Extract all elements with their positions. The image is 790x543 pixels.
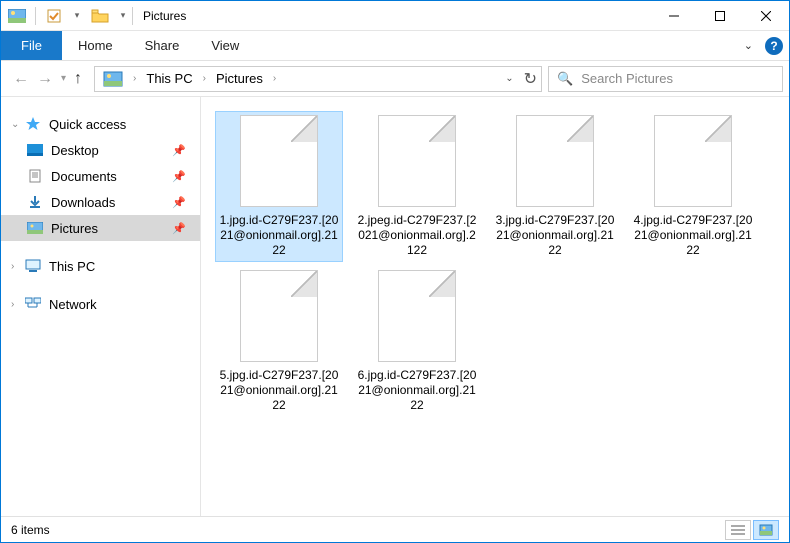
pin-icon: 📌 <box>172 144 186 157</box>
app-icon[interactable] <box>1 5 33 27</box>
chevron-right-icon[interactable]: › <box>269 73 280 84</box>
file-name: 2.jpeg.id-C279F237.[2021@onionmail.org].… <box>357 213 477 258</box>
back-button[interactable]: ← <box>13 70 29 88</box>
sidebar-item-label: Downloads <box>51 195 115 210</box>
sidebar-item-label: Desktop <box>51 143 99 158</box>
address-dropdown-icon[interactable]: ⌄ <box>505 73 513 84</box>
this-pc-icon <box>23 259 43 273</box>
maximize-button[interactable] <box>697 1 743 31</box>
chevron-right-icon[interactable]: › <box>199 73 210 84</box>
documents-icon <box>25 169 45 183</box>
main-split: ⌄ Quick access Desktop 📌 Documents 📌 Dow… <box>1 97 789 516</box>
chevron-right-icon[interactable]: › <box>11 261 21 272</box>
qat-dropdown-icon[interactable]: ▾ <box>70 5 84 27</box>
history-dropdown-icon[interactable]: ▾ <box>61 73 66 84</box>
qat-properties-icon[interactable] <box>38 5 70 27</box>
status-text: 6 items <box>11 523 50 537</box>
quick-access-toolbar: ▾ ▾ <box>1 1 135 30</box>
share-tab[interactable]: Share <box>129 31 196 60</box>
sidebar-item-downloads[interactable]: Downloads 📌 <box>1 189 200 215</box>
page-fold-icon <box>429 271 455 297</box>
home-tab[interactable]: Home <box>62 31 129 60</box>
sidebar-network[interactable]: › Network <box>1 291 200 317</box>
chevron-down-icon[interactable]: ⌄ <box>11 119 21 130</box>
desktop-icon <box>25 144 45 156</box>
file-thumbnail <box>378 270 456 362</box>
chevron-right-icon[interactable]: › <box>129 73 140 84</box>
file-name: 1.jpg.id-C279F237.[2021@onionmail.org].2… <box>219 213 339 258</box>
file-item[interactable]: 4.jpg.id-C279F237.[2021@onionmail.org].2… <box>629 111 757 262</box>
file-grid[interactable]: 1.jpg.id-C279F237.[2021@onionmail.org].2… <box>201 97 789 516</box>
file-item[interactable]: 5.jpg.id-C279F237.[2021@onionmail.org].2… <box>215 266 343 417</box>
search-icon: 🔍 <box>557 71 573 87</box>
sidebar-item-label: This PC <box>49 259 95 274</box>
file-name: 4.jpg.id-C279F237.[2021@onionmail.org].2… <box>633 213 753 258</box>
network-icon <box>23 297 43 311</box>
file-thumbnail <box>516 115 594 207</box>
window-controls <box>651 1 789 30</box>
thumbnails-view-button[interactable] <box>753 520 779 540</box>
pictures-icon <box>25 222 45 234</box>
status-bar: 6 items <box>1 516 789 542</box>
sidebar-item-label: Quick access <box>49 117 126 132</box>
file-thumbnail <box>240 270 318 362</box>
window-title: Pictures <box>143 9 186 23</box>
page-fold-icon <box>291 271 317 297</box>
up-button[interactable]: ↑ <box>74 70 82 88</box>
ribbon-tabs: File Home Share View ⌄ ? <box>1 31 789 61</box>
navigation-pane: ⌄ Quick access Desktop 📌 Documents 📌 Dow… <box>1 97 201 516</box>
page-fold-icon <box>705 116 731 142</box>
sidebar-item-documents[interactable]: Documents 📌 <box>1 163 200 189</box>
details-view-button[interactable] <box>725 520 751 540</box>
file-item[interactable]: 1.jpg.id-C279F237.[2021@onionmail.org].2… <box>215 111 343 262</box>
pin-icon: 📌 <box>172 222 186 235</box>
file-thumbnail <box>378 115 456 207</box>
star-icon <box>23 117 43 131</box>
search-box[interactable]: 🔍 <box>548 66 783 92</box>
nav-arrows: ← → ▾ ↑ <box>7 70 88 88</box>
file-name: 6.jpg.id-C279F237.[2021@onionmail.org].2… <box>357 368 477 413</box>
page-fold-icon <box>291 116 317 142</box>
breadcrumb-current[interactable]: Pictures <box>212 69 267 88</box>
chevron-right-icon[interactable]: › <box>11 299 21 310</box>
help-icon[interactable]: ? <box>765 37 783 55</box>
address-bar[interactable]: › This PC › Pictures › ⌄ ↻ <box>94 66 542 92</box>
file-tab[interactable]: File <box>1 31 62 60</box>
file-name: 3.jpg.id-C279F237.[2021@onionmail.org].2… <box>495 213 615 258</box>
file-thumbnail <box>654 115 732 207</box>
sidebar-item-label: Network <box>49 297 97 312</box>
sidebar-item-label: Documents <box>51 169 117 184</box>
forward-button[interactable]: → <box>37 70 53 88</box>
file-name: 5.jpg.id-C279F237.[2021@onionmail.org].2… <box>219 368 339 413</box>
refresh-icon[interactable]: ↻ <box>524 69 537 89</box>
downloads-icon <box>25 195 45 209</box>
page-fold-icon <box>567 116 593 142</box>
file-item[interactable]: 3.jpg.id-C279F237.[2021@onionmail.org].2… <box>491 111 619 262</box>
sidebar-item-desktop[interactable]: Desktop 📌 <box>1 137 200 163</box>
breadcrumb-thispc[interactable]: This PC <box>142 69 196 88</box>
file-thumbnail <box>240 115 318 207</box>
pin-icon: 📌 <box>172 196 186 209</box>
file-item[interactable]: 6.jpg.id-C279F237.[2021@onionmail.org].2… <box>353 266 481 417</box>
title-bar: ▾ ▾ Pictures <box>1 1 789 31</box>
search-input[interactable] <box>581 71 774 86</box>
minimize-button[interactable] <box>651 1 697 31</box>
view-tab[interactable]: View <box>195 31 255 60</box>
sidebar-this-pc[interactable]: › This PC <box>1 253 200 279</box>
page-fold-icon <box>429 116 455 142</box>
pin-icon: 📌 <box>172 170 186 183</box>
sidebar-item-label: Pictures <box>51 221 98 236</box>
qat-folder-icon[interactable] <box>84 5 116 27</box>
folder-type-icon <box>103 69 123 89</box>
address-bar-row: ← → ▾ ↑ › This PC › Pictures › ⌄ ↻ 🔍 <box>1 61 789 97</box>
file-item[interactable]: 2.jpeg.id-C279F237.[2021@onionmail.org].… <box>353 111 481 262</box>
ribbon-expand-icon[interactable]: ⌄ <box>738 37 759 54</box>
sidebar-quick-access[interactable]: ⌄ Quick access <box>1 111 200 137</box>
close-button[interactable] <box>743 1 789 31</box>
sidebar-item-pictures[interactable]: Pictures 📌 <box>1 215 200 241</box>
qat-overflow-icon[interactable]: ▾ <box>116 5 130 27</box>
